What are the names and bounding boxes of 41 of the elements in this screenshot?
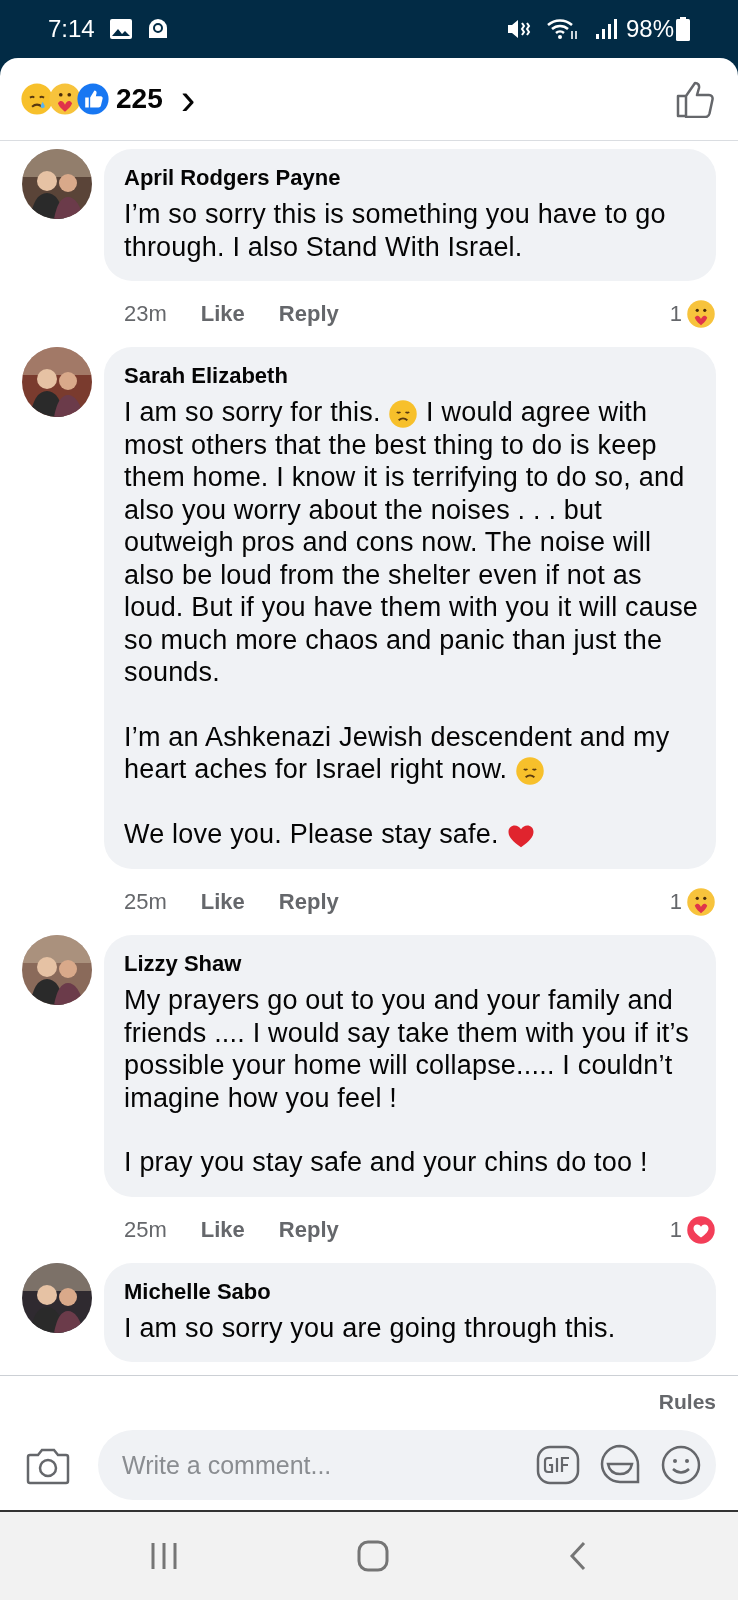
- wifi-icon: [545, 17, 580, 41]
- chevron-button[interactable]: ›: [172, 77, 204, 121]
- comment-author[interactable]: Sarah Elizabeth: [124, 361, 702, 391]
- comment-reaction-count[interactable]: 1: [669, 301, 682, 327]
- comment-text: I pray you stay safe and your chins do too !: [124, 1146, 649, 1179]
- comment-text: My prayers go out to you and your family and friends .... I would say take them with you if it’s possible your home will collapse..... I couldn’t imagine how you feel !: [124, 984, 690, 1115]
- comment-time: 23m: [124, 301, 167, 327]
- like-button[interactable]: Like: [200, 889, 245, 916]
- comment-author[interactable]: Lizzy Shaw: [124, 949, 702, 980]
- like-button[interactable]: Like: [200, 301, 245, 327]
- comment-input[interactable]: Write a comment...: [120, 1449, 518, 1481]
- vibrate-mute-icon: [505, 17, 532, 41]
- battery-percent: 98%: [625, 15, 674, 43]
- image-icon: [108, 18, 133, 40]
- comment-reaction-count[interactable]: 1: [669, 889, 682, 916]
- comment-text: I am so sorry you are going through this.: [124, 1311, 617, 1345]
- comment-time: 25m: [124, 889, 167, 916]
- comment-text: I’m so sorry this is something you have to go through. I also Stand With Israel.: [124, 198, 667, 263]
- reply-button[interactable]: Reply: [278, 889, 339, 916]
- signal-icon: [593, 17, 620, 41]
- comment-reaction-count[interactable]: 1: [669, 1216, 682, 1243]
- comment-text: I’m an Ashkenazi Jewish descendent and my heart aches for Israel right now.: [124, 720, 671, 787]
- smiley-icon[interactable]: [660, 1444, 702, 1486]
- gif-icon[interactable]: [536, 1445, 580, 1485]
- reaction-count[interactable]: 225: [116, 83, 163, 115]
- status-time: 7:14: [48, 15, 95, 43]
- recent-apps-icon[interactable]: [149, 1541, 178, 1571]
- thumbs-up-icon[interactable]: [676, 80, 716, 118]
- reply-button[interactable]: Reply: [278, 1216, 339, 1243]
- comment-author[interactable]: April Rodgers Payne: [124, 163, 702, 193]
- like-button[interactable]: Like: [200, 1216, 245, 1243]
- home-icon[interactable]: [357, 1540, 389, 1572]
- comment-text: I am so sorry for this. I would agree with most others that the best thing to do is keep them home. I know it is terrifying to do so, and also you worry about the noises . . . but outweigh pros and cons now. The noise will also be loud from the shelter even if not as loud. But if you have them with you it will cause so much more chaos and panic than just the sounds.: [124, 396, 700, 689]
- comment-author[interactable]: Michelle Sabo: [124, 1276, 702, 1307]
- comment-time: 25m: [124, 1216, 167, 1243]
- battery-icon: [676, 17, 690, 41]
- app-notification-icon: [146, 18, 169, 40]
- reply-button[interactable]: Reply: [278, 301, 339, 327]
- comment-text: We love you. Please stay safe.: [124, 818, 702, 852]
- rules-link[interactable]: Rules: [658, 1386, 716, 1418]
- comment-field[interactable]: Write a comment...: [98, 1430, 716, 1500]
